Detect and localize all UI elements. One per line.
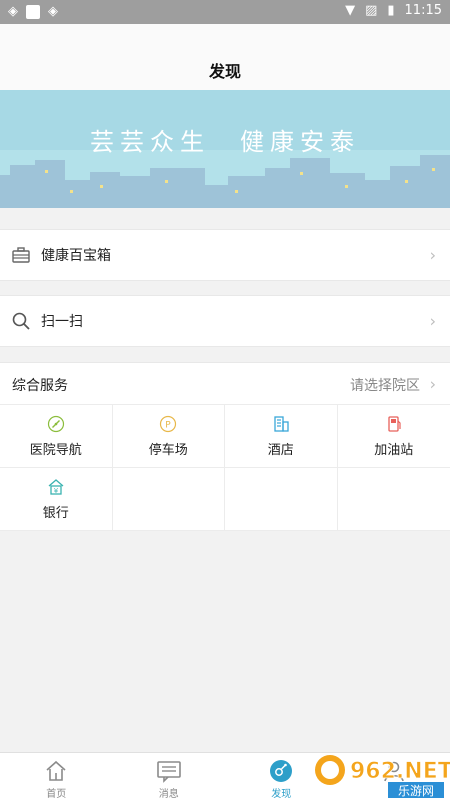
menu-label: 扫一扫: [41, 314, 83, 330]
gas-station-icon: [388, 415, 401, 432]
services-header: 综合服务 请选择院区 ›: [0, 362, 450, 404]
services-title: 综合服务: [12, 378, 68, 394]
menu-scan[interactable]: 扫一扫 ›: [0, 295, 450, 347]
grid-empty-cell: [337, 468, 450, 531]
no-sim-icon: ▨: [365, 3, 378, 18]
svg-text:¥: ¥: [54, 487, 59, 495]
message-icon: [156, 761, 181, 783]
menu-label: 健康百宝箱: [41, 248, 111, 264]
wifi-icon: ▼: [345, 3, 356, 18]
banner[interactable]: 芸芸众生 健康安泰: [0, 90, 450, 208]
clock: 11:15: [404, 3, 442, 18]
watermark-logo: 962.NET 乐游网: [310, 748, 450, 800]
page-title: 发现: [208, 62, 241, 81]
parking-icon: P: [160, 415, 177, 432]
toolbox-icon: [10, 244, 32, 266]
service-label: 酒店: [267, 442, 294, 458]
grid-empty-cell: [225, 468, 338, 531]
service-parking[interactable]: P 停车场: [112, 405, 225, 468]
search-icon: [10, 310, 32, 332]
banner-slogan: 芸芸众生 健康安泰: [90, 128, 360, 156]
hotel-icon: [274, 415, 289, 432]
chevron-right-icon: ›: [429, 374, 436, 393]
svg-text:P: P: [166, 420, 172, 430]
page-header: 发现: [0, 24, 450, 90]
service-label: 医院导航: [29, 442, 82, 458]
svg-text:962.NET: 962.NET: [350, 759, 450, 784]
chevron-right-icon: ›: [429, 311, 436, 331]
discover-icon: [270, 760, 293, 782]
tab-label: 消息: [158, 789, 179, 800]
notification-icon: [26, 4, 40, 19]
menu-health-toolbox[interactable]: 健康百宝箱 ›: [0, 229, 450, 281]
grid-empty-cell: [112, 468, 225, 531]
compass-icon: [47, 415, 64, 432]
chevron-right-icon: ›: [429, 245, 436, 265]
services-grid: 医院导航 P 停车场 酒店 加油站 ¥ 银行: [0, 404, 450, 531]
status-bar: ◈ ◈ ▼ ▨ ▮ 11:15: [0, 0, 450, 24]
campus-select[interactable]: 请选择院区: [350, 375, 420, 395]
service-label: 银行: [42, 505, 69, 521]
service-label: 加油站: [374, 442, 414, 458]
service-gas-station[interactable]: 加油站: [337, 405, 450, 468]
tab-label: 首页: [46, 789, 67, 800]
service-hotel[interactable]: 酒店: [225, 405, 338, 468]
tab-home[interactable]: 首页: [0, 753, 113, 800]
home-icon: [46, 760, 66, 781]
service-label: 停车场: [148, 442, 188, 458]
tab-messages[interactable]: 消息: [113, 753, 226, 800]
service-hospital-navigation[interactable]: 医院导航: [0, 405, 113, 468]
tab-label: 发现: [271, 789, 292, 800]
sync-icon: ◈: [8, 4, 18, 19]
battery-icon: ▮: [387, 3, 395, 18]
bank-icon: ¥: [48, 478, 64, 495]
svg-text:乐游网: 乐游网: [398, 784, 434, 798]
service-bank[interactable]: ¥ 银行: [0, 468, 113, 531]
sync-icon-2: ◈: [48, 4, 58, 19]
